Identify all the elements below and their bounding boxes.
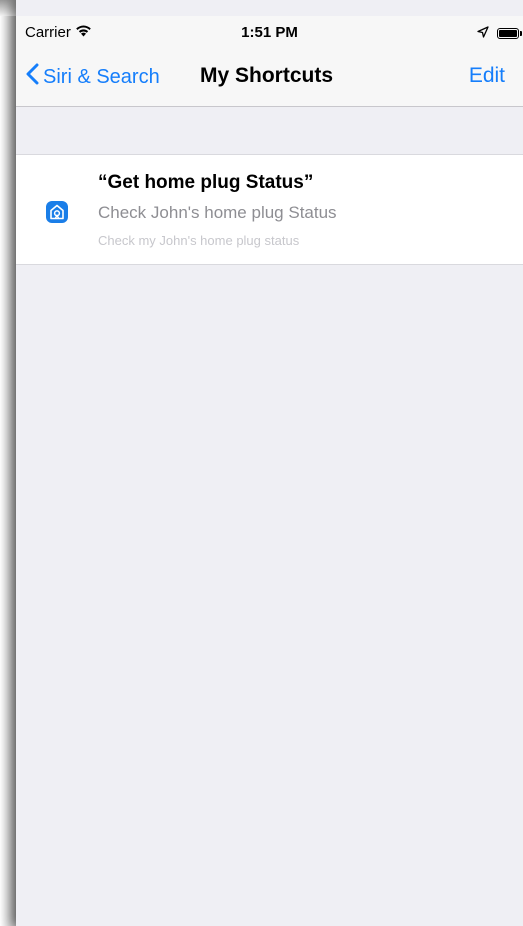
left-shadow-edge	[0, 0, 16, 926]
home-plug-app-icon	[46, 201, 68, 223]
location-arrow-icon	[477, 25, 489, 42]
back-button[interactable]: Siri & Search	[26, 63, 160, 91]
navigation-bar: Siri & Search My Shortcuts Edit	[16, 50, 523, 107]
screenshot-stage: Carrier 1:51 PM Siri & Search My Shortcu…	[0, 0, 523, 926]
status-time: 1:51 PM	[241, 24, 298, 41]
edit-button[interactable]: Edit	[469, 64, 505, 88]
shortcut-title: “Get home plug Status”	[98, 172, 314, 193]
shortcut-phrase: Check my John's home plug status	[98, 233, 300, 248]
shortcut-subtitle: Check John's home plug Status	[98, 203, 337, 222]
status-right	[477, 25, 522, 42]
battery-icon	[497, 28, 522, 39]
status-bar: Carrier 1:51 PM	[16, 16, 523, 50]
back-button-label: Siri & Search	[43, 65, 160, 88]
chevron-left-icon	[26, 63, 39, 91]
shortcut-list-item[interactable]: “Get home plug Status” Check John's home…	[16, 154, 523, 265]
page-title: My Shortcuts	[200, 64, 334, 87]
phone-screen: Carrier 1:51 PM Siri & Search My Shortcu…	[16, 0, 523, 926]
